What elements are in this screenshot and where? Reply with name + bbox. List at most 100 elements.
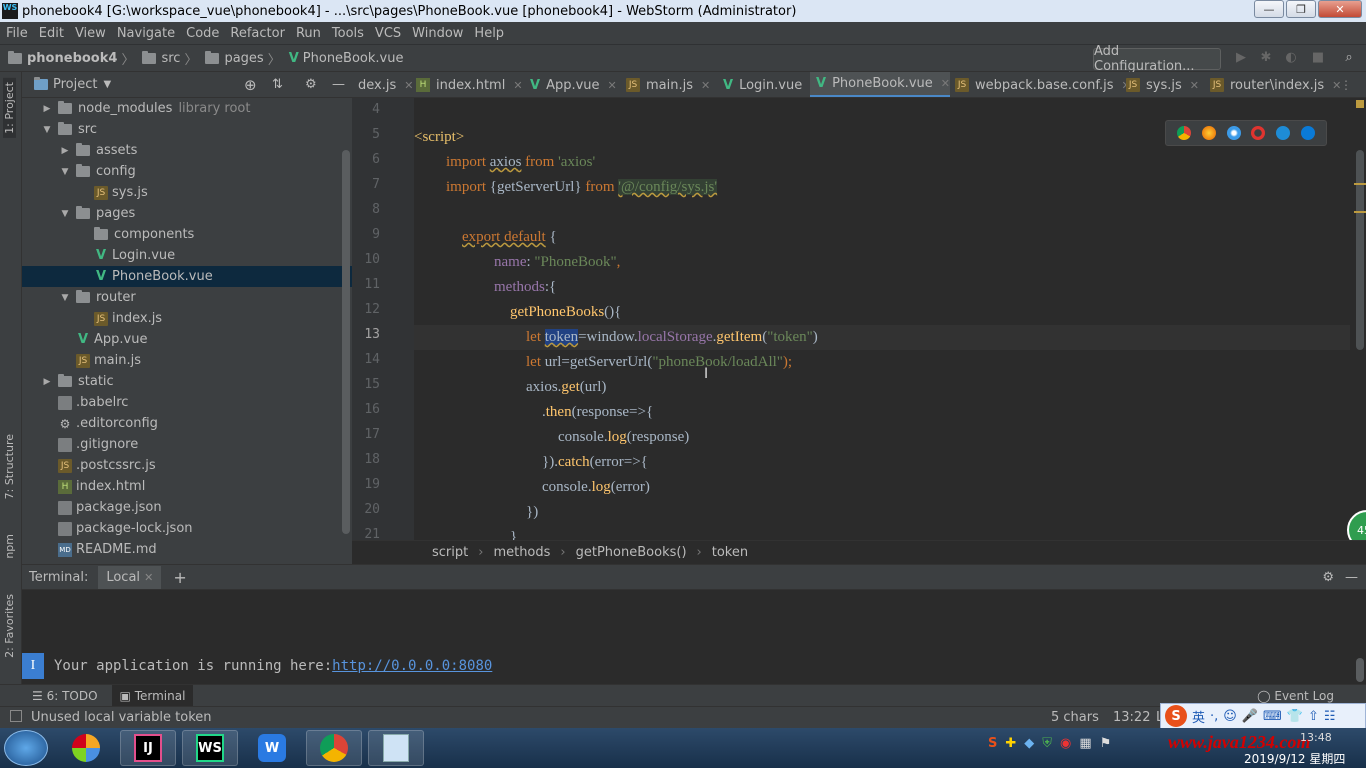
tree-item[interactable]: MD README.md xyxy=(22,539,352,560)
menu-tools[interactable]: Tools xyxy=(326,26,369,41)
terminal-settings-icon[interactable]: ⚙ xyxy=(1322,570,1334,585)
breadcrumb-function[interactable]: getPhoneBooks() xyxy=(576,545,687,560)
editor-tab[interactable]: JS router\index.js ✕ xyxy=(1204,72,1341,97)
tab-overflow-icon[interactable]: ⋮ xyxy=(1340,78,1352,92)
start-button[interactable] xyxy=(4,730,48,766)
close-tab-icon[interactable]: ✕ xyxy=(144,571,153,584)
code-editor[interactable]: <script> import axios from 'axios' impor… xyxy=(414,98,1358,540)
hide-icon[interactable]: — xyxy=(332,77,345,92)
menu-file[interactable]: File xyxy=(0,26,33,41)
coverage-icon[interactable]: ◐ xyxy=(1284,51,1298,65)
clock-date[interactable]: 2019/9/12 星期四 xyxy=(1244,750,1345,767)
tree-item[interactable]: ▼ src xyxy=(22,119,352,140)
keyboard-icon[interactable]: ⌨ xyxy=(1263,709,1282,724)
tray-box-icon[interactable]: ◆ xyxy=(1024,736,1034,751)
tools-icon[interactable]: ⇧ xyxy=(1308,709,1319,724)
structure-tool-tab[interactable]: 7: Structure xyxy=(3,434,16,499)
menu-run[interactable]: Run xyxy=(290,26,326,41)
tree-item[interactable]: ▼ router xyxy=(22,287,352,308)
collapsed-arrow-icon[interactable]: ▶ xyxy=(42,104,52,114)
project-panel-title[interactable]: Project xyxy=(53,77,97,92)
minimize-button[interactable]: — xyxy=(1254,0,1284,18)
editor-tab[interactable]: V PhoneBook.vue ✕ xyxy=(810,72,950,97)
ie-icon[interactable] xyxy=(1275,126,1290,140)
run-icon[interactable]: ▶ xyxy=(1234,51,1248,65)
tree-item[interactable]: JS .postcssrc.js xyxy=(22,455,352,476)
editor-tab[interactable]: dex.js ✕ xyxy=(352,72,413,97)
taskbar-wps-icon[interactable]: W xyxy=(244,730,300,766)
breadcrumb-methods[interactable]: methods xyxy=(493,545,550,560)
new-terminal-icon[interactable]: + xyxy=(173,568,186,587)
editor-tab[interactable]: V App.vue ✕ xyxy=(524,72,617,97)
settings-gear-icon[interactable]: ⚙ xyxy=(305,77,317,92)
breadcrumb-script[interactable]: script xyxy=(432,545,468,560)
tree-item[interactable]: V App.vue xyxy=(22,329,352,350)
expanded-arrow-icon[interactable]: ▼ xyxy=(42,125,52,135)
inspection-status-icon[interactable] xyxy=(1356,100,1364,108)
warning-marker[interactable] xyxy=(1354,183,1366,185)
taskbar-notepad-icon[interactable] xyxy=(368,730,424,766)
terminal-hide-icon[interactable]: — xyxy=(1345,570,1358,585)
emoji-icon[interactable]: ☺ xyxy=(1223,709,1237,724)
search-everywhere-icon[interactable]: ⌕ xyxy=(1342,51,1356,65)
opera-icon[interactable] xyxy=(1251,126,1266,140)
warning-marker[interactable] xyxy=(1354,211,1366,213)
sogou-icon[interactable]: S xyxy=(1165,705,1187,727)
collapsed-arrow-icon[interactable]: ▶ xyxy=(42,377,52,387)
nav-crumb-file[interactable]: V PhoneBook.vue xyxy=(289,51,404,66)
terminal-scrollbar[interactable] xyxy=(1356,658,1364,682)
tray-sogou-icon[interactable]: S xyxy=(988,736,997,751)
taskbar-intellij-icon[interactable]: IJ xyxy=(120,730,176,766)
stop-icon[interactable]: ■ xyxy=(1311,51,1325,65)
breadcrumb-variable[interactable]: token xyxy=(712,545,748,560)
tray-record-icon[interactable]: ◉ xyxy=(1060,736,1071,751)
close-tab-icon[interactable]: ✕ xyxy=(701,79,710,92)
taskbar-app-colors-icon[interactable] xyxy=(58,730,114,766)
tree-item[interactable]: JS main.js xyxy=(22,350,352,371)
todo-tab[interactable]: ☰ 6: TODO xyxy=(32,689,98,703)
expanded-arrow-icon[interactable]: ▼ xyxy=(60,293,70,303)
punctuation-icon[interactable]: ·, xyxy=(1210,709,1218,724)
tree-item[interactable]: components xyxy=(22,224,352,245)
nav-crumb-src[interactable]: src 〉 xyxy=(142,49,197,68)
mic-icon[interactable]: 🎤 xyxy=(1242,709,1258,724)
tree-item[interactable]: JS index.js xyxy=(22,308,352,329)
editor-tab[interactable]: Hindex.html ✕ xyxy=(410,72,523,97)
collapse-icon[interactable]: ⇅ xyxy=(272,77,283,92)
tree-item[interactable]: V PhoneBook.vue xyxy=(22,266,352,287)
debug-icon[interactable]: ✱ xyxy=(1259,51,1273,65)
menu-window[interactable]: Window xyxy=(406,26,468,41)
menu-edit[interactable]: Edit xyxy=(33,26,69,41)
taskbar-webstorm-icon[interactable]: WS xyxy=(182,730,238,766)
tree-item[interactable]: ▼ pages xyxy=(22,203,352,224)
tree-item[interactable]: package-lock.json xyxy=(22,518,352,539)
tree-item[interactable]: .babelrc xyxy=(22,392,352,413)
ime-language[interactable]: 英 xyxy=(1192,707,1205,726)
nav-crumb-project[interactable]: phonebook4 〉 xyxy=(8,49,134,68)
editor-tab[interactable]: VLogin.vue✕ xyxy=(717,72,819,97)
tree-item[interactable]: Hindex.html xyxy=(22,476,352,497)
editor-scrollbar-thumb[interactable] xyxy=(1356,150,1364,350)
favorites-tool-tab[interactable]: 2: Favorites xyxy=(3,594,16,658)
locate-icon[interactable]: ⊕ xyxy=(244,76,257,94)
skin-icon[interactable]: 👕 xyxy=(1287,709,1303,724)
menu-icon[interactable]: ☷ xyxy=(1324,709,1336,724)
dropdown-arrow-icon[interactable]: ▼ xyxy=(103,79,111,90)
collapsed-arrow-icon[interactable]: ▶ xyxy=(60,146,70,156)
tree-item[interactable]: ⚙ .editorconfig xyxy=(22,413,352,434)
tree-item[interactable]: package.json xyxy=(22,497,352,518)
close-tab-icon[interactable]: ✕ xyxy=(608,79,617,92)
tree-item[interactable]: ▶ static xyxy=(22,371,352,392)
tree-item[interactable]: ▶ assets xyxy=(22,140,352,161)
tree-item[interactable]: .gitignore xyxy=(22,434,352,455)
chrome-icon[interactable] xyxy=(1177,126,1192,140)
cursor-position[interactable]: 13:22 xyxy=(1113,710,1150,725)
expanded-arrow-icon[interactable]: ▼ xyxy=(60,167,70,177)
menu-view[interactable]: View xyxy=(69,26,111,41)
tree-item[interactable]: JS sys.js xyxy=(22,182,352,203)
add-configuration-button[interactable]: Add Configuration... xyxy=(1093,44,1221,74)
tray-network-icon[interactable]: ▦ xyxy=(1079,736,1091,751)
editor-tab[interactable]: JS sys.js ✕ xyxy=(1120,72,1199,97)
terminal-tab-local[interactable]: Local ✕ xyxy=(98,565,162,589)
npm-tool-tab[interactable]: npm xyxy=(3,534,16,559)
